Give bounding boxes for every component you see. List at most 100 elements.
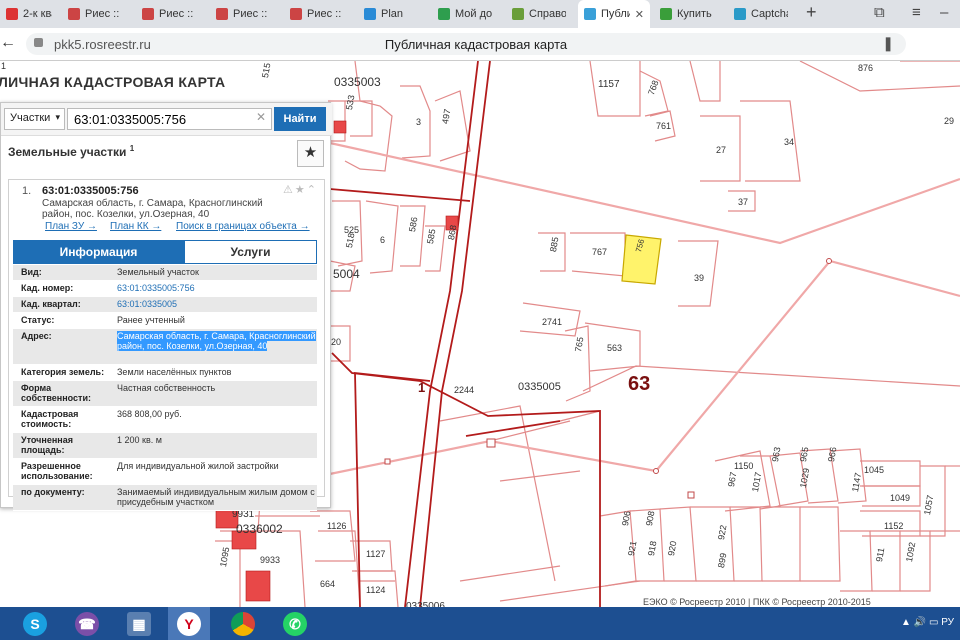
taskbar-calculator[interactable]: ▦ bbox=[118, 607, 160, 640]
tab-label: Plan bbox=[381, 8, 404, 20]
map-parcel-label: 1045 bbox=[864, 465, 885, 475]
attributes-table: Вид: Земельный участок Кад. номер: 63:01:0… bbox=[13, 265, 317, 511]
url-text: pkk5.rosreestr.ru bbox=[54, 37, 151, 52]
browser-tab[interactable]: Captcha bbox=[728, 0, 794, 28]
browser-tab[interactable]: Мой док bbox=[432, 0, 498, 28]
attribute-value: Занимаемый индивидуальным жилым домом с … bbox=[117, 487, 315, 507]
map-parcel-label: 1127 bbox=[366, 549, 386, 559]
plan-zu-link[interactable]: План ЗУ → bbox=[45, 221, 97, 232]
map-parcel-label: 761 bbox=[656, 121, 672, 131]
attribute-value-link[interactable]: 63:01:0335005:756 bbox=[113, 283, 317, 293]
attribute-row: Вид: Земельный участок bbox=[13, 265, 317, 281]
selected-address-text[interactable]: Самарская область, г. Самара, Красноглин… bbox=[117, 331, 316, 351]
chevron-up-icon[interactable]: ▲ bbox=[901, 617, 914, 628]
tab-information[interactable]: Информация bbox=[13, 240, 184, 264]
tab-favicon-icon bbox=[68, 8, 80, 20]
taskbar-viber[interactable]: ☎ bbox=[66, 607, 108, 640]
tab-favicon-icon bbox=[364, 8, 376, 20]
url-field[interactable]: pkk5.rosreestr.ru Публичная кадастровая … bbox=[26, 33, 906, 55]
taskbar-yandex-browser[interactable]: Y bbox=[168, 607, 210, 640]
browser-tab[interactable]: Риес :: tic bbox=[284, 0, 350, 28]
star-icon: ★ bbox=[303, 144, 318, 161]
tab-label: Справоч bbox=[529, 8, 566, 20]
menu-icon[interactable]: ≡ bbox=[912, 4, 921, 21]
map-parcel-label: 1124 bbox=[366, 585, 386, 595]
browser-tab-active[interactable]: Публи ✕ bbox=[578, 0, 650, 28]
language-indicator[interactable]: РУ bbox=[941, 617, 954, 628]
tab-label: Captcha bbox=[751, 8, 788, 20]
taskbar-skype[interactable]: S bbox=[14, 607, 56, 640]
back-arrow-icon[interactable]: ← bbox=[0, 34, 16, 52]
tab-label: Мой док bbox=[455, 8, 492, 20]
browser-tab[interactable]: 2-к квар bbox=[0, 0, 58, 28]
star-outline-icon[interactable]: ★ bbox=[295, 184, 307, 196]
map-parcel-label: 664 bbox=[320, 579, 336, 589]
taskbar-chrome[interactable] bbox=[222, 607, 264, 640]
search-input[interactable] bbox=[67, 108, 272, 130]
attribute-value: Частная собственность bbox=[117, 383, 216, 393]
tab-favicon-icon bbox=[142, 8, 154, 20]
search-panel: Участки ▾ ✕ Найти Земельные участки 1 ★ 1… bbox=[0, 102, 332, 511]
attribute-row: Адрес: Самарская область, г. Самара, Крас… bbox=[13, 329, 317, 365]
attribute-value-link[interactable]: 63:01:0335005 bbox=[113, 299, 317, 309]
browser-tab[interactable]: Plan bbox=[358, 0, 424, 28]
browser-tab[interactable]: Купить 2 bbox=[654, 0, 720, 28]
attribute-row: Кад. квартал: 63:01:0335005 bbox=[13, 297, 317, 313]
attribute-key: Вид: bbox=[21, 267, 42, 277]
browser-tab[interactable]: Справоч bbox=[506, 0, 572, 28]
viber-icon: ☎ bbox=[75, 611, 99, 636]
map-parcel-label: 2244 bbox=[454, 385, 475, 395]
result-number: 1. bbox=[22, 185, 32, 197]
address-bar: ← pkk5.rosreestr.ru Публичная кадастрова… bbox=[0, 28, 960, 80]
result-actions: ⚠★⌃ bbox=[283, 183, 318, 196]
map-parcel-label: 37 bbox=[738, 197, 749, 207]
tab-label: 2-к квар bbox=[23, 8, 52, 20]
browser-tab[interactable]: Риес :: оl bbox=[62, 0, 128, 28]
favorites-star-button[interactable]: ★ bbox=[297, 140, 324, 167]
map-parcel-label: 1152 bbox=[884, 521, 904, 531]
browser-tab[interactable]: Риес :: оl bbox=[136, 0, 202, 28]
map-parcel-label: 29 bbox=[944, 116, 955, 126]
volume-icon[interactable]: 🔊 bbox=[914, 617, 929, 628]
bookmark-icon[interactable]: ❚ bbox=[882, 35, 894, 52]
taskbar-whatsapp[interactable]: ✆ bbox=[274, 607, 316, 640]
map-parcel-label: 20 bbox=[331, 337, 342, 347]
search-type-select[interactable]: Участки ▾ bbox=[4, 108, 65, 130]
warning-icon[interactable]: ⚠ bbox=[283, 184, 295, 196]
attribute-key: Кадастровая стоимость: bbox=[21, 409, 79, 429]
lock-icon bbox=[34, 38, 43, 47]
attribute-key: Кад. номер: bbox=[21, 283, 74, 293]
collapse-chevron-icon[interactable]: ⌃ bbox=[307, 184, 318, 196]
battery-icon: ▭ bbox=[928, 617, 942, 628]
attribute-key: Категория земель: bbox=[21, 367, 105, 377]
result-cadastral-id[interactable]: 63:01:0335005:756 bbox=[42, 185, 139, 197]
clear-search-icon[interactable]: ✕ bbox=[256, 110, 266, 124]
minimize-icon[interactable]: – bbox=[940, 4, 948, 21]
taskbar: S ☎ ▦ Y ✆ ▲ 🔊 ▭ РУ bbox=[0, 607, 960, 640]
browser-tab[interactable]: Риес :: tic bbox=[210, 0, 276, 28]
attribute-value: Для индивидуальной жилой застройки bbox=[117, 461, 279, 471]
tab-favicon-icon bbox=[438, 8, 450, 20]
tab-manager-icon[interactable]: ⧉ bbox=[874, 4, 885, 21]
search-row: Участки ▾ ✕ Найти bbox=[1, 103, 332, 136]
map-parcel-label: 0335003 bbox=[334, 75, 381, 89]
map-parcel-label: 563 bbox=[607, 343, 623, 353]
map-parcel-label: 6 bbox=[380, 235, 386, 245]
attribute-value: Ранее учтенный bbox=[117, 315, 185, 325]
close-tab-icon[interactable]: ✕ bbox=[635, 8, 644, 21]
search-in-bounds-link[interactable]: Поиск в границах объекта → bbox=[176, 221, 310, 232]
plan-kk-link[interactable]: План КК → bbox=[110, 221, 161, 232]
find-button[interactable]: Найти bbox=[274, 107, 326, 131]
tab-services[interactable]: Услуги bbox=[184, 240, 317, 264]
tab-favicon-icon bbox=[660, 8, 672, 20]
new-tab-plus-icon[interactable]: + bbox=[806, 2, 817, 23]
attribute-row: Уточненная площадь: 1 200 кв. м bbox=[13, 433, 317, 459]
system-tray: ▲ 🔊 ▭ РУ bbox=[901, 617, 954, 628]
map-parcel-label: 0335005 bbox=[518, 381, 561, 393]
search-type-label: Участки bbox=[10, 112, 51, 124]
attribute-value: 1 200 кв. м bbox=[117, 435, 162, 445]
map-title: ЛИЧНАЯ КАДАСТРОВАЯ КАРТА bbox=[0, 74, 226, 90]
attribute-key: Адрес: bbox=[21, 331, 52, 341]
attribute-row: Статус: Ранее учтенный bbox=[13, 313, 317, 329]
attribute-row: Разрешенное использование: Для индивидуал… bbox=[13, 459, 317, 485]
